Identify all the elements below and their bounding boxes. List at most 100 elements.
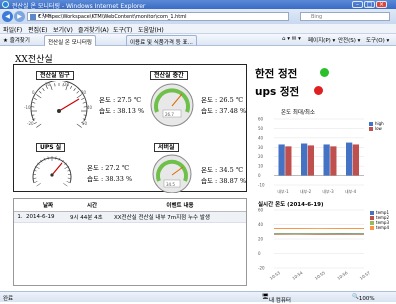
humidity-server: 습도 : 38.87 % — [201, 176, 246, 186]
temp-server: 온도 : 34.5 ℃ — [201, 165, 243, 175]
event-table: 날짜 시간 이벤트 내용 1. 2014-6-19 9시 44분 4초 XX전산… — [13, 198, 247, 286]
humidity-entrance: 습도 : 38.13 % — [99, 106, 144, 116]
analog-gauge-entrance: -20 -10 0 10 20 30 40 50 — [24, 81, 94, 133]
legend-low: low — [369, 126, 384, 131]
favorites-bar: ★ 즐겨찾기 전산실 온 모니터링 이용료 및 식품가격 등 표... ⌂ ▾ … — [0, 34, 396, 46]
address-bar[interactable]: C:\Mspec\Workspace\KTM\WebContent\monito… — [27, 12, 289, 21]
x-tick-label: 내부-3 — [322, 188, 334, 194]
tab-other[interactable]: 이용료 및 식품가격 등 표... — [126, 35, 197, 46]
bar-high-1 — [301, 144, 307, 176]
bar-low-3 — [353, 144, 359, 175]
humidity-ups: 습도 : 38.33 % — [87, 174, 132, 184]
row-content: XX전산실 전산실 내부 7m지점 누수 발생 — [114, 211, 246, 222]
home-icon[interactable]: ⌂ ▾ ✉ ▾ — [282, 36, 301, 42]
tools-menu[interactable]: 도구(O) ▾ — [366, 36, 389, 44]
svg-text:-20: -20 — [27, 121, 34, 126]
bar-legend: high low — [369, 121, 384, 131]
line-legend: temp1 temp2 temp3 temp4 — [370, 210, 389, 230]
favorites-button[interactable]: ★ 즐겨찾기 — [3, 36, 30, 44]
minimize-button[interactable]: – — [352, 1, 363, 8]
svg-text:10: 10 — [45, 82, 51, 87]
menu-bar: 파일(F) 편집(E) 보기(V) 즐겨찾기(A) 도구(T) 도움말(H) — [0, 24, 396, 34]
menu-view[interactable]: 보기(V) — [53, 25, 73, 34]
ups-status-icon — [314, 86, 323, 95]
svg-text:50: 50 — [82, 121, 88, 126]
menu-help[interactable]: 도움말(H) — [138, 25, 164, 34]
x-tick-label: 내부-4 — [345, 188, 357, 194]
x-tick-label: 내부-2 — [300, 188, 312, 194]
y-tick-label: -10 — [258, 183, 265, 188]
menu-tools[interactable]: 도구(T) — [113, 25, 132, 34]
x-tick-label: 10:56 — [336, 270, 349, 281]
close-button[interactable]: × — [376, 1, 387, 8]
kepco-status-icon — [320, 68, 329, 77]
event-table-header: 날짜 시간 이벤트 내용 — [14, 199, 246, 211]
sensor-panel: 전산실 입구 -20 -10 0 10 20 30 40 50 온도 : 27.… — [13, 64, 247, 192]
status-text: 완료 — [3, 294, 13, 302]
menu-favorites[interactable]: 즐겨찾기(A) — [78, 25, 109, 34]
back-button[interactable]: ◀ — [2, 11, 13, 22]
y-tick-label: 40 — [258, 222, 264, 227]
gauge-display-server: 34.5 — [166, 182, 175, 187]
y-tick-label: 20 — [258, 237, 264, 242]
temp-entrance: 온도 : 27.5 ℃ — [99, 95, 141, 105]
digital-gauge-server: 34.5 — [151, 153, 193, 193]
ie-logo-icon — [2, 1, 9, 8]
bar-high-0 — [279, 144, 285, 175]
svg-text:40: 40 — [87, 105, 93, 110]
menu-file[interactable]: 파일(F) — [3, 25, 22, 34]
search-input[interactable]: Bing — [300, 12, 390, 21]
search-placeholder: Bing — [311, 14, 322, 20]
zone-indicator: 🖥 내 컴퓨터 — [262, 294, 269, 300]
room-label-entrance: 전산실 입구 — [36, 71, 74, 80]
bar-high-3 — [346, 143, 352, 176]
legend-temp4: temp4 — [370, 225, 389, 230]
room-label-server: 서버실 — [154, 143, 179, 152]
bar-low-0 — [285, 146, 291, 175]
col-time: 시간 — [70, 199, 114, 211]
ups-outage-label: ups 정전 — [255, 84, 299, 99]
refresh-stop-icon[interactable]: ▾ ↻ ✕ — [38, 13, 286, 19]
table-row[interactable]: 1. 2014-6-19 9시 44분 4초 XX전산실 전산실 내부 7m지점… — [14, 211, 246, 222]
analog-gauge-ups — [28, 153, 76, 191]
row-number: 1. — [14, 211, 26, 222]
forward-button[interactable]: ▶ — [14, 11, 25, 22]
y-tick-label: 50 — [258, 126, 264, 131]
y-tick-label: 30 — [258, 145, 264, 150]
svg-text:30: 30 — [81, 90, 87, 95]
x-tick-label: 10:55 — [314, 270, 327, 281]
col-date: 날짜 — [26, 199, 70, 211]
x-tick-label: 10:54 — [291, 270, 304, 281]
x-tick-label: 10:57 — [359, 270, 372, 281]
x-tick-label: 10:53 — [269, 270, 282, 281]
safety-menu[interactable]: 안전(S) ▾ — [338, 36, 360, 44]
gauge-display-middle: 26.7 — [165, 112, 174, 117]
svg-text:20: 20 — [64, 82, 70, 87]
y-tick-label: -20 — [258, 266, 265, 271]
y-tick-label: 20 — [258, 154, 264, 159]
temp-ups: 온도 : 27.2 ℃ — [87, 163, 129, 173]
page-menu[interactable]: 페이지(P) ▾ — [308, 36, 335, 44]
col-content: 이벤트 내용 — [114, 199, 246, 211]
maximize-button[interactable]: □ — [364, 1, 375, 8]
temp-middle: 온도 : 26.5 ℃ — [201, 95, 243, 105]
zoom-level[interactable]: 🔍 100% — [352, 294, 359, 300]
y-tick-label: 60 — [258, 208, 264, 213]
x-tick-label: 내부-1 — [277, 188, 289, 194]
y-tick-label: 10 — [258, 164, 264, 169]
bar-low-2 — [330, 146, 336, 175]
navigation-bar: ◀ ▶ C:\Mspec\Workspace\KTM\WebContent\mo… — [0, 9, 396, 24]
row-time: 9시 44분 4초 — [70, 211, 114, 222]
tab-monitoring[interactable]: 전산실 온 모니터링 — [44, 35, 96, 46]
digital-gauge-middle: 26.7 — [149, 82, 195, 128]
menu-edit[interactable]: 편집(E) — [28, 25, 48, 34]
room-label-ups: UPS 실 — [36, 143, 65, 152]
svg-text:-10: -10 — [24, 105, 31, 110]
y-tick-label: 60 — [258, 117, 264, 122]
y-tick-label: 40 — [258, 135, 264, 140]
y-tick-label: 0 — [258, 173, 261, 178]
y-tick-label: 0 — [258, 251, 261, 256]
bar-low-1 — [308, 145, 314, 175]
kepco-outage-label: 한전 정전 — [255, 66, 297, 81]
room-label-middle: 전산실 중간 — [150, 71, 188, 80]
